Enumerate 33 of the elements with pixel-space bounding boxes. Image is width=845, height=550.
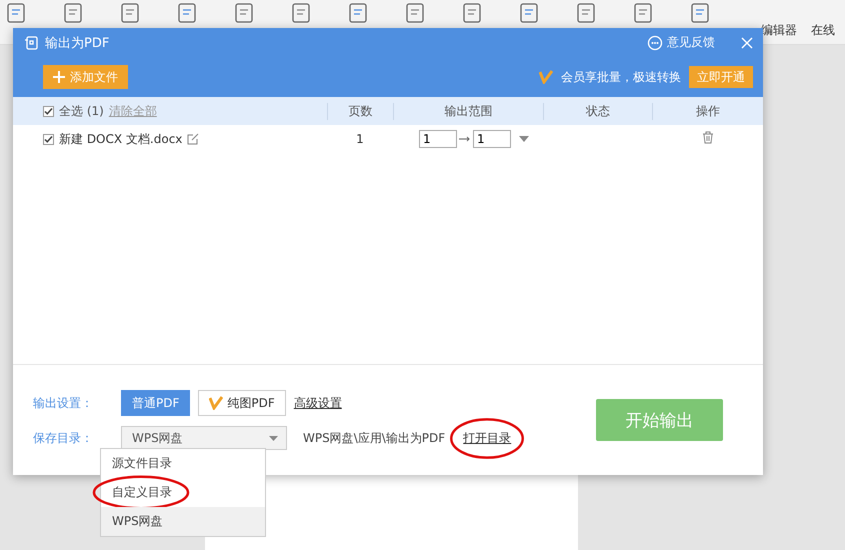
page-count: 1	[355, 132, 365, 146]
select-all-label[interactable]: 全选 (1)	[59, 102, 104, 120]
promo-text: 会员享批量，极速转换	[561, 68, 681, 86]
range-from-field[interactable]: 1	[419, 130, 457, 148]
trash-icon[interactable]	[702, 131, 714, 144]
output-settings-label: 输出设置：	[33, 394, 94, 412]
dropdown-option[interactable]: 源文件目录	[101, 449, 265, 478]
checkbox[interactable]	[43, 106, 54, 116]
column-header: 页数	[327, 102, 393, 120]
column-header: 状态	[543, 102, 652, 120]
directory-dropdown[interactable]: WPS网盘	[121, 426, 287, 450]
dropdown-option[interactable]: 自定义目录	[101, 478, 265, 507]
chat-icon[interactable]	[647, 34, 663, 50]
column-header: 输出范围	[393, 102, 543, 120]
dropdown-option[interactable]: WPS网盘	[101, 507, 265, 536]
plus-icon	[53, 71, 65, 83]
caret-icon[interactable]	[519, 136, 529, 142]
pdf-export-icon	[23, 34, 39, 50]
caret-icon	[269, 436, 278, 440]
checkbox[interactable]	[43, 134, 54, 144]
advanced-settings-link[interactable]: 高级设置	[294, 394, 342, 412]
column-header: 操作	[652, 102, 763, 120]
arrow-icon	[459, 136, 471, 142]
pdf-mode-tab[interactable]: 纯图PDF	[198, 390, 286, 416]
toolbar-label[interactable]: 在线	[811, 22, 835, 39]
edit-icon[interactable]	[187, 133, 200, 145]
vip-icon	[539, 70, 553, 84]
window-title: 输出为PDF	[45, 34, 110, 52]
save-path: WPS网盘\应用\输出为PDF	[303, 430, 446, 446]
range-to-field[interactable]: 1	[473, 130, 511, 148]
save-directory-label: 保存目录：	[33, 430, 94, 446]
close-icon[interactable]	[741, 36, 753, 48]
file-name: 新建 DOCX 文档.docx	[59, 130, 182, 148]
